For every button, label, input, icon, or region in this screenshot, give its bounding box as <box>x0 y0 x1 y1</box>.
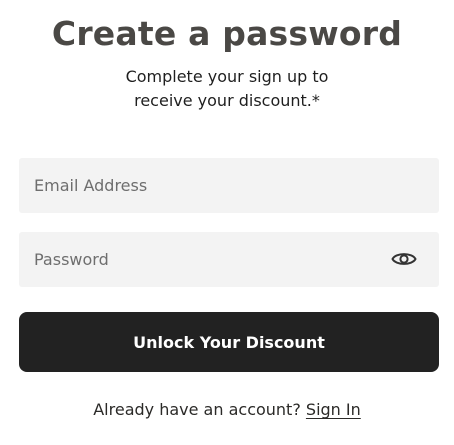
signin-prompt-row: Already have an account? Sign In <box>0 398 454 422</box>
page-title: Create a password <box>51 14 403 53</box>
password-field-container <box>19 232 439 287</box>
password-field[interactable] <box>19 232 439 287</box>
unlock-discount-button[interactable]: Unlock Your Discount <box>19 312 439 372</box>
email-field-container <box>19 158 439 213</box>
eye-icon[interactable] <box>391 247 417 271</box>
signin-prompt-text: Already have an account? <box>93 400 301 419</box>
subtitle-line-2: receive your discount.* <box>134 91 320 110</box>
sign-in-link[interactable]: Sign In <box>306 400 361 419</box>
subtitle-line-1: Complete your sign up to <box>125 67 329 86</box>
email-field[interactable] <box>19 158 439 213</box>
page-subtitle: Complete your sign up to receive your di… <box>0 65 454 113</box>
